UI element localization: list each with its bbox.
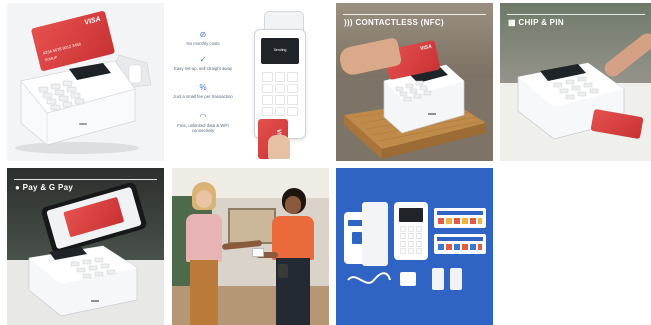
key bbox=[400, 240, 407, 247]
contactless-icon: ))) bbox=[344, 18, 353, 27]
key bbox=[287, 95, 298, 105]
terminal-screen bbox=[399, 208, 423, 222]
key bbox=[407, 248, 415, 254]
screen-label: Sending bbox=[273, 48, 287, 52]
key bbox=[274, 95, 286, 105]
card-number: 4234 5678 9012 3456 bbox=[42, 41, 82, 56]
key bbox=[262, 83, 273, 93]
feature-item: Easy set-up, sell straight away bbox=[173, 66, 233, 71]
product-photo-contactless[interactable]: ))) CONTACTLESS (NFC) VISA bbox=[336, 3, 493, 161]
card-terminal bbox=[394, 202, 428, 260]
key bbox=[262, 72, 273, 82]
sticker-header bbox=[437, 237, 483, 241]
card-terminal bbox=[252, 248, 264, 257]
cradle bbox=[362, 202, 388, 266]
paper-roll bbox=[450, 268, 462, 290]
caption-text: CONTACTLESS (NFC) bbox=[355, 18, 444, 27]
feature-item: Just a small fee per transaction bbox=[173, 94, 233, 99]
key bbox=[400, 233, 407, 240]
sticker-header bbox=[437, 211, 483, 215]
terminal-keypad bbox=[262, 72, 298, 116]
caption-rule bbox=[507, 14, 645, 15]
card-terminal bbox=[28, 245, 138, 317]
feature-item: No monthly costs bbox=[186, 41, 220, 46]
sticker-sheet bbox=[434, 234, 486, 254]
product-photo-mobile-wallets[interactable]: ● Pay & G Pay bbox=[7, 168, 164, 325]
key bbox=[400, 248, 407, 254]
lifestyle-photo-in-store[interactable] bbox=[172, 168, 329, 325]
person-face bbox=[196, 190, 212, 208]
power-adapter bbox=[400, 272, 416, 286]
caption-contactless: ))) CONTACTLESS (NFC) bbox=[344, 18, 444, 27]
card-logos bbox=[438, 244, 482, 250]
key bbox=[262, 95, 273, 105]
percent-icon: % bbox=[199, 83, 207, 92]
caption-text: Pay & G Pay bbox=[22, 183, 74, 192]
usb-cable bbox=[347, 272, 391, 284]
key bbox=[407, 240, 415, 247]
card-brand: VISA bbox=[83, 15, 102, 27]
check-circle-icon: ✓ bbox=[199, 55, 207, 64]
euro-off-icon: ⊘ bbox=[199, 30, 207, 39]
person-trousers bbox=[190, 260, 218, 325]
chip-icon: ▦ bbox=[508, 18, 516, 27]
caption-rule bbox=[343, 14, 486, 15]
key bbox=[287, 83, 298, 93]
key bbox=[274, 106, 286, 116]
feature-item: Free, unlimited data & WiFi connectivity bbox=[177, 123, 229, 133]
caption-chip-pin: ▦ CHIP & PIN bbox=[508, 18, 564, 27]
wifi-icon: ◠ bbox=[199, 112, 207, 121]
card-holder: SUMUP bbox=[44, 55, 58, 63]
shoulder-bag bbox=[278, 264, 288, 278]
caption-text: CHIP & PIN bbox=[518, 18, 564, 27]
key bbox=[287, 106, 298, 116]
hand bbox=[268, 135, 290, 159]
product-photo-terminal-visa[interactable]: VISA 4234 5678 9012 3456 SUMUP bbox=[7, 3, 164, 161]
key bbox=[400, 226, 407, 232]
terminal-keypad bbox=[400, 226, 422, 254]
card-brand: VISA bbox=[419, 43, 433, 52]
key bbox=[415, 226, 422, 232]
key bbox=[407, 233, 415, 240]
caption-rule bbox=[14, 179, 157, 180]
apple-logo-icon: ● bbox=[15, 183, 21, 192]
key bbox=[415, 233, 422, 240]
key bbox=[287, 72, 298, 82]
app-card bbox=[352, 232, 362, 244]
key bbox=[262, 106, 273, 116]
card-logos bbox=[438, 218, 482, 224]
product-features-panel[interactable]: ⊘ No monthly costs ✓ Easy set-up, sell s… bbox=[172, 3, 329, 161]
product-photo-kit-contents[interactable] bbox=[336, 168, 493, 325]
key bbox=[415, 240, 422, 247]
product-photo-chip-pin[interactable]: ▦ CHIP & PIN bbox=[500, 3, 651, 161]
key bbox=[407, 226, 415, 232]
wallet-card bbox=[63, 196, 125, 238]
paper-roll bbox=[432, 268, 444, 290]
key bbox=[415, 248, 422, 254]
person-shirt bbox=[272, 216, 314, 260]
terminal-screen: Sending bbox=[261, 38, 299, 64]
key bbox=[274, 72, 286, 82]
person-face bbox=[285, 196, 301, 214]
key bbox=[274, 83, 286, 93]
person-shirt bbox=[186, 214, 222, 262]
sticker-sheet bbox=[434, 208, 486, 228]
wall-map bbox=[228, 208, 276, 244]
caption-wallets: ● Pay & G Pay bbox=[15, 183, 73, 192]
